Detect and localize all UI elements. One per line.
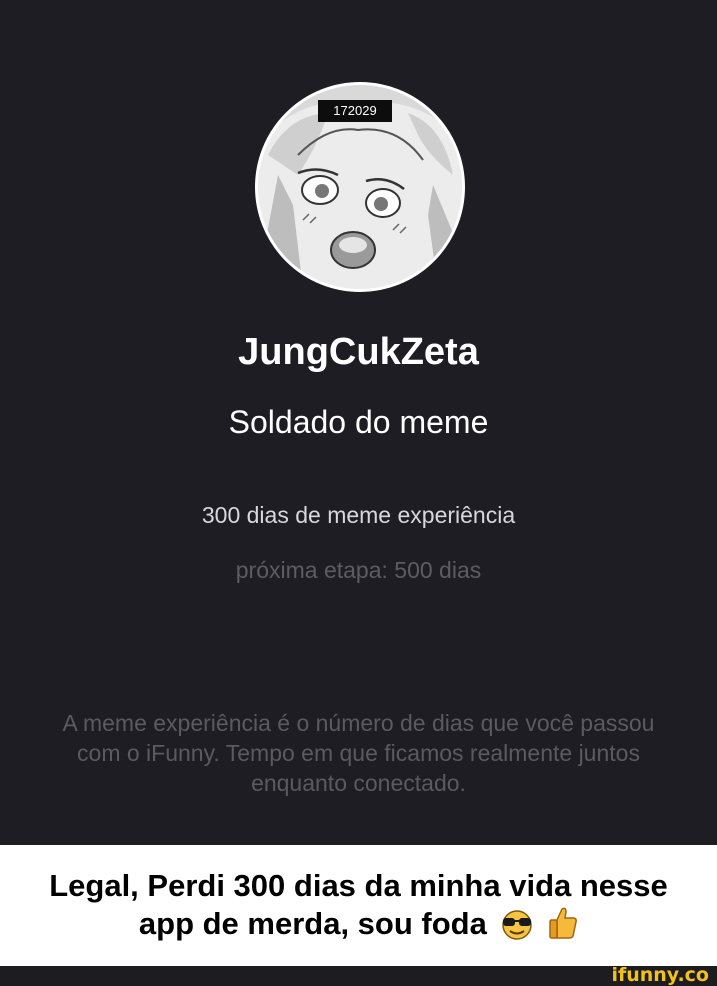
avatar-id-badge: 172029: [318, 100, 392, 122]
experience-explanation: A meme experiência é o número de dias qu…: [62, 710, 655, 796]
meme-experience: 300 dias de meme experiência: [201, 502, 516, 528]
caption-line-1: Legal, Perdi 300 dias da minha vida ness…: [49, 868, 668, 903]
username: JungCukZeta: [238, 331, 479, 373]
thumbs-up-icon: [548, 906, 578, 949]
footer-bar: [0, 966, 717, 986]
meme-caption: Legal, Perdi 300 dias da minha vida ness…: [0, 845, 717, 966]
caption-line-2-wrap: app de merda, sou foda: [0, 905, 717, 949]
ifunny-watermark: ifunny.co: [611, 964, 709, 986]
caption-line-2: app de merda, sou foda: [138, 906, 487, 941]
next-stage: próxima etapa: 500 dias: [235, 557, 482, 583]
profile-screen: 172029 JungCukZeta Soldado do meme 300 d…: [0, 0, 717, 845]
sunglasses-face-icon: [499, 908, 535, 949]
caption-text: Legal, Perdi 300 dias da minha vida ness…: [0, 867, 717, 949]
rank-title: Soldado do meme: [228, 404, 489, 440]
